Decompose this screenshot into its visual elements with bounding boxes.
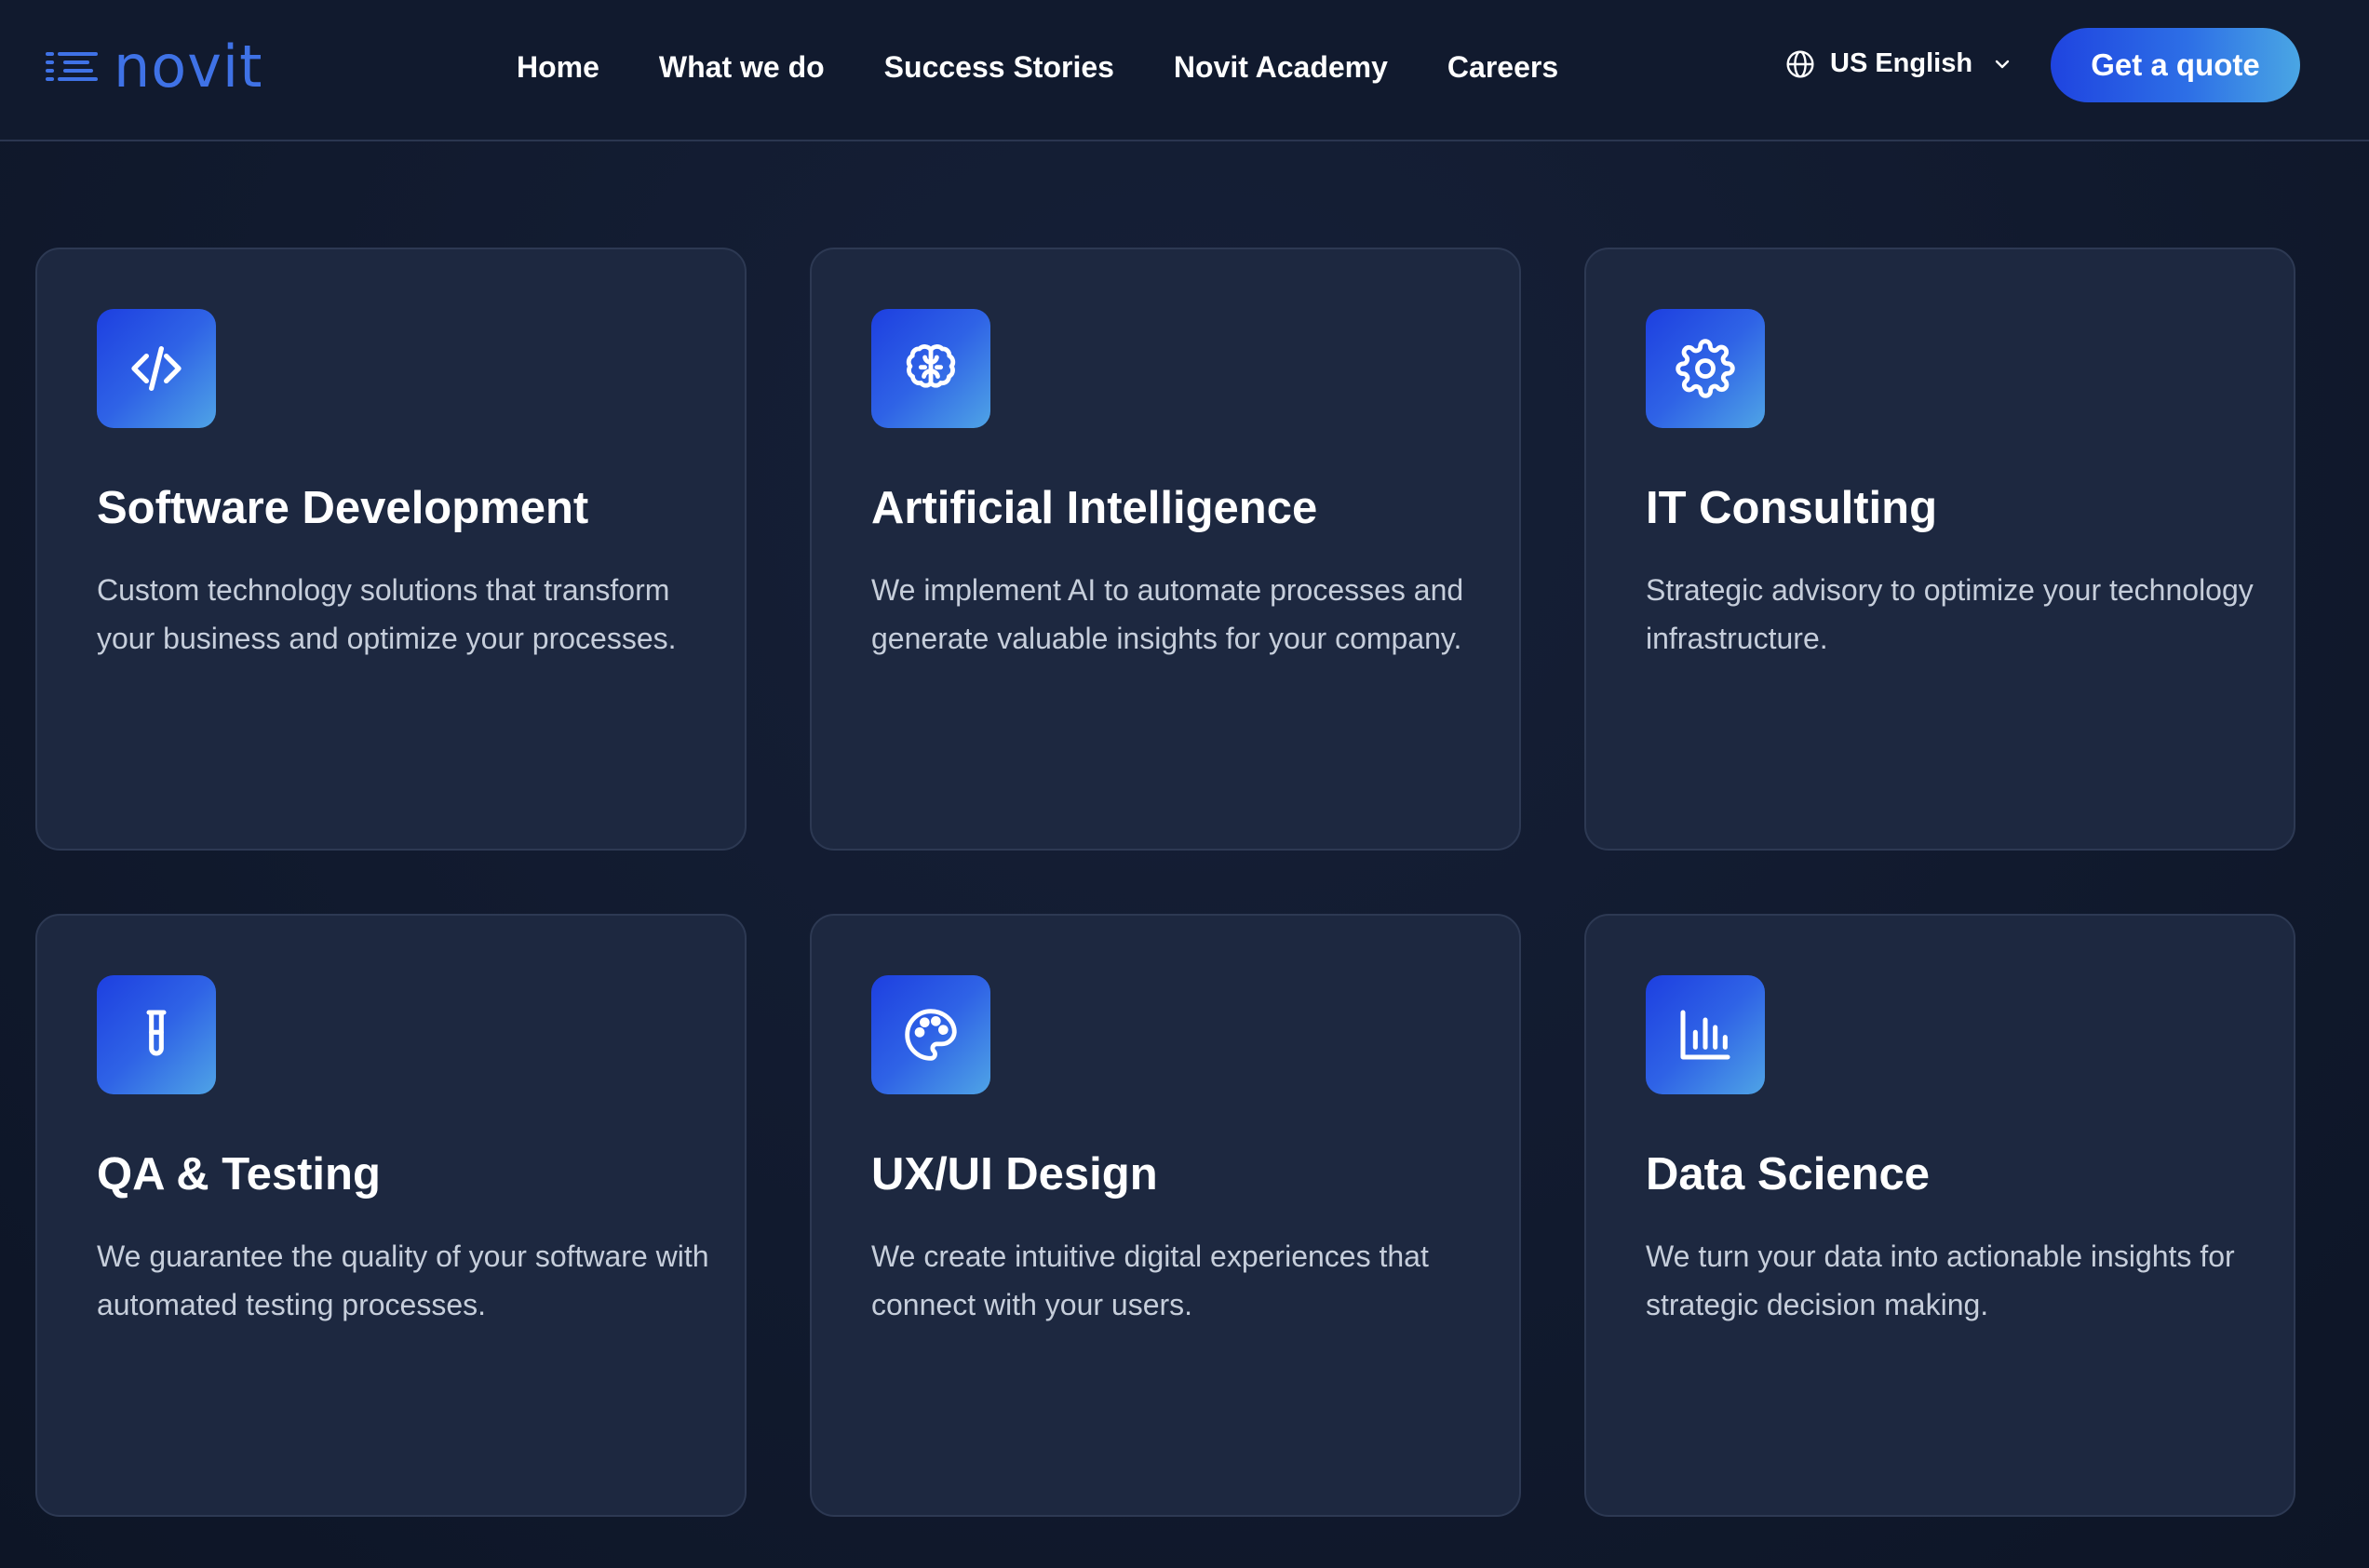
service-title: Artificial Intelligence xyxy=(871,483,1318,533)
logo-mark-icon xyxy=(46,52,98,81)
test-tube-icon xyxy=(146,1010,167,1056)
service-description: We implement AI to automate processes an… xyxy=(871,573,1464,655)
service-card-ux-ui-design[interactable]: UX/UI Design We create intuitive digital… xyxy=(810,914,1521,1517)
nav-novit-academy[interactable]: Novit Academy xyxy=(1144,41,1418,93)
service-card-software-development[interactable]: Software Development Custom technology s… xyxy=(35,248,747,851)
nav-home[interactable]: Home xyxy=(517,41,629,93)
nav-careers[interactable]: Careers xyxy=(1418,41,1588,93)
brain-icon xyxy=(906,344,956,388)
service-title: IT Consulting xyxy=(1646,483,1937,533)
service-icon-box xyxy=(871,975,990,1094)
service-description: We turn your data into actionable insigh… xyxy=(1646,1240,2235,1321)
code-icon xyxy=(131,346,182,391)
main-nav: Home What we do Success Stories Novit Ac… xyxy=(517,41,1588,93)
service-title: UX/UI Design xyxy=(871,1149,1158,1199)
site-header: novit Home What we do Success Stories No… xyxy=(0,0,2369,141)
page: novit Home What we do Success Stories No… xyxy=(0,0,2369,1568)
service-description: We guarantee the quality of your softwar… xyxy=(97,1240,709,1321)
service-description: We create intuitive digital experiences … xyxy=(871,1240,1429,1321)
gear-icon xyxy=(1676,339,1735,398)
language-label: US English xyxy=(1830,48,1973,78)
service-title: Software Development xyxy=(97,483,589,533)
language-selector[interactable]: US English xyxy=(1785,48,2013,79)
globe-icon xyxy=(1786,49,1814,78)
service-description: Custom technology solutions that transfo… xyxy=(97,573,677,655)
service-icon-box xyxy=(97,975,216,1094)
service-icon-box xyxy=(1646,309,1765,428)
service-card-it-consulting[interactable]: IT Consulting Strategic advisory to opti… xyxy=(1584,248,2295,851)
bar-chart-icon xyxy=(1680,1010,1730,1060)
nav-success-stories[interactable]: Success Stories xyxy=(855,41,1144,93)
get-a-quote-button[interactable]: Get a quote xyxy=(2051,28,2300,102)
chevron-down-icon xyxy=(1995,60,2010,68)
service-icon-box xyxy=(1646,975,1765,1094)
service-icon-box xyxy=(97,309,216,428)
service-title: Data Science xyxy=(1646,1149,1931,1199)
service-card-artificial-intelligence[interactable]: Artificial Intelligence We implement AI … xyxy=(810,248,1521,851)
service-description: Strategic advisory to optimize your tech… xyxy=(1646,573,2254,655)
palette-icon xyxy=(905,1009,957,1061)
logo[interactable]: novit xyxy=(45,30,262,104)
service-icon-box xyxy=(871,309,990,428)
nav-what-we-do[interactable]: What we do xyxy=(629,41,855,93)
logo-text: novit xyxy=(114,33,263,101)
service-card-data-science[interactable]: Data Science We turn your data into acti… xyxy=(1584,914,2295,1517)
service-title: QA & Testing xyxy=(97,1149,381,1199)
service-card-qa-testing[interactable]: QA & Testing We guarantee the quality of… xyxy=(35,914,747,1517)
